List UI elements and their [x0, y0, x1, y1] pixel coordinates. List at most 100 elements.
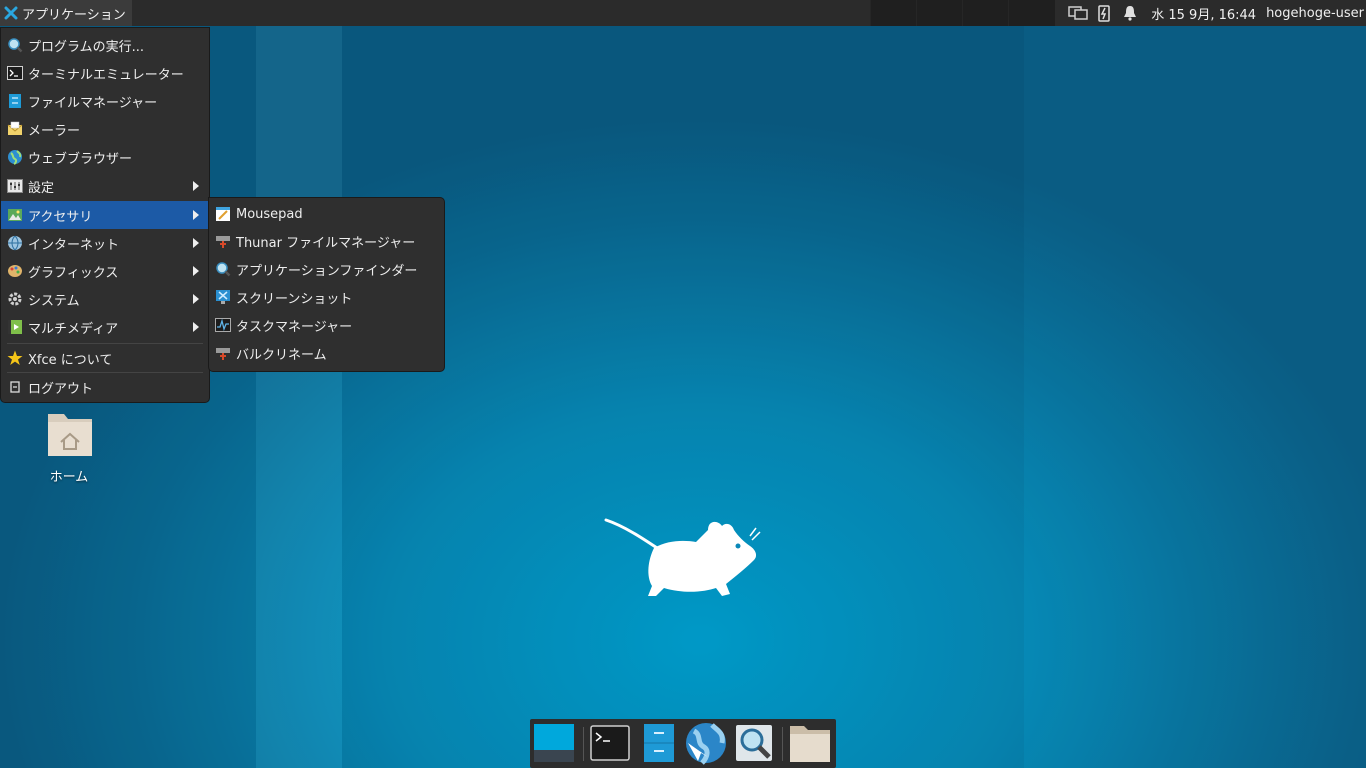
wallpaper-stripe: [342, 0, 1024, 768]
multimedia-icon: [7, 319, 23, 335]
submenu-item-task-manager[interactable]: タスクマネージャー: [209, 311, 444, 339]
show-desktop-icon: [534, 724, 574, 762]
notification-bell-icon[interactable]: [1119, 2, 1141, 24]
search-icon: [7, 37, 23, 53]
submenu-item-mousepad[interactable]: Mousepad: [209, 200, 444, 228]
app-finder-icon: [215, 261, 231, 277]
home-folder-icon: [48, 414, 92, 456]
web-browser-icon: [686, 723, 726, 765]
settings-icon: [7, 178, 23, 194]
workspace-3[interactable]: [962, 0, 1009, 26]
dock-terminal[interactable]: [588, 721, 632, 765]
top-panel: アプリケーション 水 15 9月, 16:44 hogehoge-user: [0, 0, 1366, 26]
dock-file-manager[interactable]: [637, 721, 681, 765]
menu-item-label: グラフィックス: [28, 265, 119, 281]
system-gear-icon: [7, 291, 23, 307]
mail-icon: [7, 121, 23, 137]
folder-icon: [790, 726, 830, 762]
menu-item-label: システム: [28, 293, 80, 309]
dock-separator: [583, 727, 584, 761]
applications-label: アプリケーション: [22, 7, 126, 23]
menu-item-multimedia[interactable]: マルチメディア: [1, 313, 209, 341]
menu-item-label: プログラムの実行...: [28, 39, 145, 55]
user-name[interactable]: hogehoge-user: [1266, 6, 1364, 21]
home-desktop-icon[interactable]: ホーム: [36, 410, 102, 486]
submenu-item-label: Thunar ファイルマネージャー: [236, 235, 416, 251]
graphics-icon: [7, 263, 23, 279]
menu-item-mailer[interactable]: メーラー: [1, 115, 209, 143]
menu-item-label: ウェブブラウザー: [28, 151, 133, 167]
menu-item-graphics[interactable]: グラフィックス: [1, 257, 209, 285]
dock-home-folder[interactable]: [788, 721, 832, 765]
menu-item-label: メーラー: [28, 123, 81, 139]
accessories-icon: [7, 207, 23, 223]
menu-item-file-manager[interactable]: ファイルマネージャー: [1, 87, 209, 115]
terminal-icon: [7, 65, 23, 81]
app-finder-icon: [736, 725, 772, 761]
system-tray: 水 15 9月, 16:44 hogehoge-user: [1067, 0, 1366, 26]
file-manager-icon: [7, 93, 23, 109]
menu-item-label: ファイルマネージャー: [28, 95, 158, 111]
menu-item-terminal[interactable]: ターミナルエミュレーター: [1, 59, 209, 87]
text-editor-icon: [215, 206, 231, 222]
menu-item-settings[interactable]: 設定: [1, 172, 209, 200]
submenu-item-label: スクリーンショット: [236, 291, 353, 307]
thunar-icon: [215, 233, 231, 249]
bulk-rename-icon: [215, 345, 231, 361]
submenu-item-app-finder[interactable]: アプリケーションファインダー: [209, 255, 444, 283]
menu-item-web-browser[interactable]: ウェブブラウザー: [1, 143, 209, 171]
screenshot-icon: [215, 289, 231, 305]
menu-item-accessories[interactable]: アクセサリ: [1, 201, 209, 229]
dock-separator: [782, 727, 783, 761]
network-icon[interactable]: [1067, 2, 1089, 24]
menu-item-label: 設定: [28, 180, 55, 196]
dock-panel: [530, 719, 836, 768]
submenu-arrow-icon: [193, 322, 199, 332]
applications-menu-button[interactable]: アプリケーション: [0, 0, 132, 26]
submenu-arrow-icon: [193, 294, 199, 304]
xfce-mouse-logo: [604, 518, 761, 596]
accessories-submenu: Mousepad Thunar ファイルマネージャー アプリケーションファインダ…: [208, 197, 445, 372]
wallpaper-stripe: [256, 0, 342, 768]
applications-menu: プログラムの実行... ターミナルエミュレーター ファイルマネージャー メーラー…: [0, 27, 210, 403]
menu-item-system[interactable]: システム: [1, 285, 209, 313]
workspace-2[interactable]: [916, 0, 963, 26]
battery-icon[interactable]: [1093, 2, 1115, 24]
submenu-arrow-icon: [193, 266, 199, 276]
submenu-item-label: Mousepad: [236, 206, 303, 222]
globe-icon: [7, 149, 23, 165]
menu-item-label: アクセサリ: [28, 209, 93, 225]
menu-item-about-xfce[interactable]: Xfce について: [1, 344, 209, 372]
submenu-arrow-icon: [193, 210, 199, 220]
menu-item-internet[interactable]: インターネット: [1, 229, 209, 257]
submenu-item-bulk-rename[interactable]: バルクリネーム: [209, 339, 444, 367]
submenu-item-screenshot[interactable]: スクリーンショット: [209, 283, 444, 311]
wallpaper-stripe: [1024, 0, 1366, 768]
menu-item-logout[interactable]: ログアウト: [1, 373, 209, 401]
internet-icon: [7, 235, 23, 251]
workspace-4[interactable]: [1008, 0, 1055, 26]
menu-item-run-program[interactable]: プログラムの実行...: [1, 31, 209, 59]
terminal-icon: [590, 725, 630, 761]
dock-app-finder[interactable]: [732, 721, 776, 765]
xfce-logo-icon: [4, 6, 18, 20]
star-icon: [7, 350, 23, 366]
submenu-item-thunar[interactable]: Thunar ファイルマネージャー: [209, 227, 444, 255]
workspace-1[interactable]: [870, 0, 917, 26]
menu-item-label: ターミナルエミュレーター: [28, 67, 184, 83]
submenu-arrow-icon: [193, 181, 199, 191]
dock-web-browser[interactable]: [684, 721, 728, 765]
submenu-item-label: タスクマネージャー: [236, 319, 353, 335]
submenu-item-label: バルクリネーム: [236, 347, 327, 363]
file-manager-icon: [644, 724, 674, 762]
menu-item-label: ログアウト: [28, 381, 94, 397]
logout-icon: [7, 379, 23, 395]
menu-item-label: マルチメディア: [28, 321, 119, 337]
clock[interactable]: 水 15 9月, 16:44: [1151, 4, 1256, 23]
submenu-item-label: アプリケーションファインダー: [236, 263, 418, 279]
submenu-arrow-icon: [193, 238, 199, 248]
menu-item-label: Xfce について: [28, 352, 113, 368]
dock-show-desktop[interactable]: [532, 721, 576, 765]
task-manager-icon: [215, 317, 231, 333]
home-label: ホーム: [49, 470, 89, 485]
